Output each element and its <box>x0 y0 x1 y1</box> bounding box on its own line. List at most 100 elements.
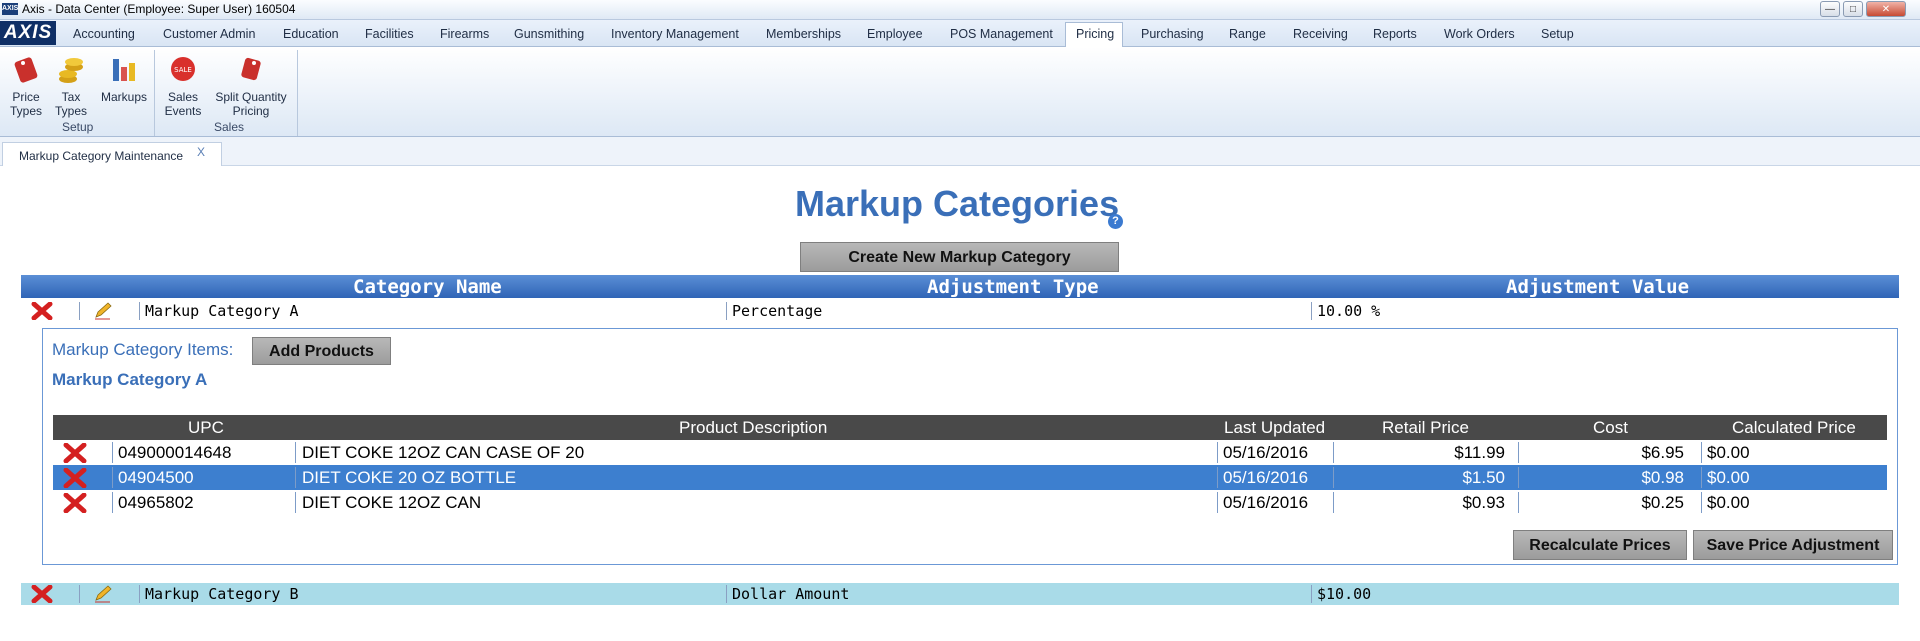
menu-firearms[interactable]: Firearms <box>440 27 489 41</box>
column-divider <box>1518 467 1519 488</box>
add-products-button[interactable]: Add Products <box>252 337 391 365</box>
menu-reports[interactable]: Reports <box>1373 27 1417 41</box>
menu-memberships[interactable]: Memberships <box>766 27 841 41</box>
items-table-header: UPC Product Description Last Updated Ret… <box>53 415 1887 440</box>
menu-gunsmithing[interactable]: Gunsmithing <box>514 27 584 41</box>
column-divider <box>112 492 113 513</box>
column-divider <box>295 492 296 513</box>
tab-markup-category-maintenance[interactable]: Markup Category Maintenance X <box>2 142 222 166</box>
sales-events-button[interactable]: SALE Sales Events <box>163 53 203 118</box>
price-types-button[interactable]: Price Types <box>6 53 46 118</box>
menu-customer-admin[interactable]: Customer Admin <box>163 27 255 41</box>
column-divider <box>139 302 140 320</box>
tab-close-icon[interactable]: X <box>197 145 205 159</box>
column-upc: UPC <box>188 418 224 437</box>
category-row[interactable]: Markup Category B Dollar Amount $10.00 <box>21 583 1899 605</box>
last-updated-cell: 05/16/2016 <box>1223 468 1309 487</box>
split-quantity-label-1: Split Quantity <box>215 90 287 104</box>
column-divider <box>112 442 113 463</box>
window-title: Axis - Data Center (Employee: Super User… <box>22 2 296 16</box>
menu-setup[interactable]: Setup <box>1541 27 1574 41</box>
column-retail-price: Retail Price <box>1382 418 1469 437</box>
tab-label: Markup Category Maintenance <box>19 149 184 163</box>
last-updated-cell: 05/16/2016 <box>1223 443 1309 462</box>
column-adjustment-value: Adjustment Value <box>1506 276 1690 298</box>
upc-cell: 049000014648 <box>118 443 232 462</box>
table-row[interactable]: 04965802 DIET COKE 12OZ CAN 05/16/2016 $… <box>53 490 1887 515</box>
adjustment-type: Percentage <box>732 302 823 320</box>
column-divider <box>1518 492 1519 513</box>
maximize-button[interactable]: □ <box>1843 1 1863 17</box>
edit-pencil-icon[interactable] <box>93 302 113 320</box>
recalculate-prices-button[interactable]: Recalculate Prices <box>1513 530 1687 560</box>
menu-education[interactable]: Education <box>283 27 339 41</box>
setup-group-label: Setup <box>62 120 94 134</box>
menu-employee[interactable]: Employee <box>867 27 923 41</box>
menu-purchasing[interactable]: Purchasing <box>1141 27 1204 41</box>
svg-text:SALE: SALE <box>174 66 192 74</box>
table-row-selected[interactable]: 04904500 DIET COKE 20 OZ BOTTLE 05/16/20… <box>53 465 1887 490</box>
price-tag-icon <box>14 57 38 83</box>
column-divider <box>112 467 113 488</box>
split-quantity-label-2: Pricing <box>232 104 270 118</box>
category-row[interactable]: Markup Category A Percentage 10.00 % <box>21 300 1899 322</box>
adjustment-value: $10.00 <box>1317 585 1372 603</box>
menu-facilities[interactable]: Facilities <box>365 27 414 41</box>
menu-pricing[interactable]: Pricing <box>1076 27 1114 41</box>
menu-range[interactable]: Range <box>1229 27 1266 41</box>
help-icon[interactable]: ? <box>1108 214 1123 229</box>
delete-icon[interactable] <box>63 443 87 463</box>
column-divider <box>1701 467 1702 488</box>
delete-icon[interactable] <box>63 493 87 513</box>
upc-cell: 04965802 <box>118 493 194 512</box>
save-price-adjustment-button[interactable]: Save Price Adjustment <box>1693 530 1893 560</box>
delete-icon[interactable] <box>31 585 53 603</box>
close-window-button[interactable]: ✕ <box>1866 1 1906 17</box>
menu-work-orders[interactable]: Work Orders <box>1444 27 1515 41</box>
column-divider <box>726 585 727 603</box>
price-types-label-1: Price <box>12 90 40 104</box>
retail-price-cell: $11.99 <box>1454 443 1505 462</box>
price-types-label-2: Types <box>9 104 42 118</box>
cost-cell: $0.25 <box>1641 493 1684 512</box>
menu-inventory-management[interactable]: Inventory Management <box>611 27 739 41</box>
description-cell: DIET COKE 12OZ CAN CASE OF 20 <box>302 443 585 462</box>
column-divider <box>1701 442 1702 463</box>
markup-category-items-label: Markup Category Items: <box>52 340 234 359</box>
sales-events-label-2: Events <box>164 104 202 118</box>
markups-button[interactable]: Markups <box>99 53 149 104</box>
table-row[interactable]: 049000014648 DIET COKE 12OZ CAN CASE OF … <box>53 440 1887 465</box>
column-divider <box>1311 302 1312 320</box>
column-adjustment-type: Adjustment Type <box>927 276 1099 298</box>
column-calculated-price: Calculated Price <box>1732 418 1856 437</box>
menu-accounting[interactable]: Accounting <box>73 27 135 41</box>
document-tab-strip <box>0 137 1920 166</box>
calculated-price-cell: $0.00 <box>1707 493 1750 512</box>
menu-pos-management[interactable]: POS Management <box>950 27 1053 41</box>
calculated-price-cell: $0.00 <box>1707 443 1750 462</box>
create-new-markup-category-button[interactable]: Create New Markup Category <box>800 242 1119 272</box>
page-title: Markup Categories <box>795 183 1120 224</box>
column-divider <box>79 302 80 320</box>
edit-pencil-icon[interactable] <box>93 585 113 603</box>
title-bar: AXIS Axis - Data Center (Employee: Super… <box>0 0 1920 20</box>
retail-price-cell: $1.50 <box>1462 468 1505 487</box>
menu-receiving[interactable]: Receiving <box>1293 27 1348 41</box>
calculated-price-cell: $0.00 <box>1707 468 1750 487</box>
column-divider <box>1333 467 1334 488</box>
sale-tag-icon: SALE <box>171 57 195 81</box>
coins-icon <box>59 58 83 83</box>
adjustment-type: Dollar Amount <box>732 585 850 603</box>
tax-types-button[interactable]: Tax Types <box>51 53 91 118</box>
delete-icon[interactable] <box>31 302 53 320</box>
column-divider <box>79 585 80 603</box>
minimize-button[interactable]: — <box>1820 1 1840 17</box>
app-icon: AXIS <box>2 3 18 15</box>
split-quantity-pricing-button[interactable]: Split Quantity Pricing <box>212 53 290 118</box>
column-cost: Cost <box>1593 418 1628 437</box>
upc-cell: 04904500 <box>118 468 194 487</box>
bar-chart-icon <box>113 59 135 81</box>
sales-group-label: Sales <box>214 120 245 134</box>
sales-events-label-1: Sales <box>167 90 199 104</box>
delete-icon[interactable] <box>63 468 87 488</box>
